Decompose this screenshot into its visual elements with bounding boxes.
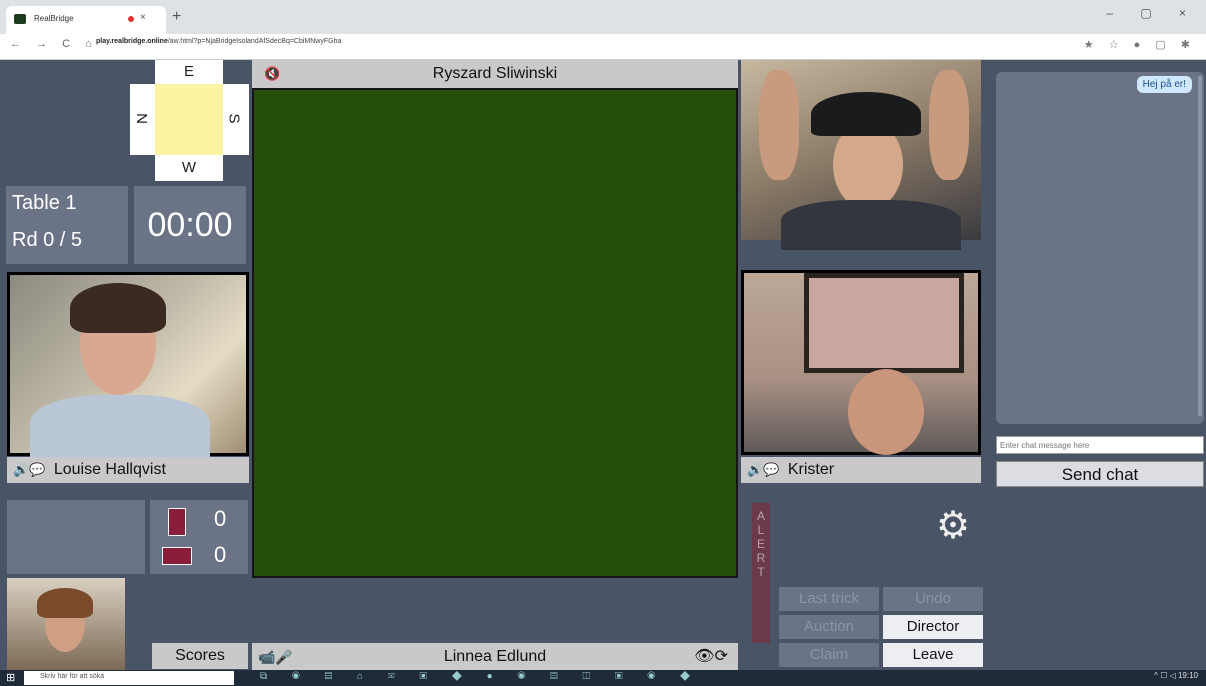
namebar-south: 📹🎤 Linnea Edlund 👁⟳ [252,643,738,671]
video-louise [7,272,249,465]
video-ryszard [741,60,981,250]
player-name-east: Krister [787,461,835,478]
send-chat-button[interactable]: Send chat [996,461,1204,487]
namebar-west: 🔊💬 Louise Hallqvist [7,457,249,483]
tricks-won-icon [168,508,186,536]
speaker-muted-icon[interactable]: 🔇 [264,60,280,88]
compass-west: W [155,155,223,181]
compass-south-label: S [225,113,243,124]
alert-button[interactable]: ALERT [752,503,770,643]
table-number: Table 1 [12,192,77,214]
tricks-lost-icon [162,547,192,565]
wall-painting [804,273,964,373]
tab-close-button[interactable]: × [140,12,146,23]
compass-east: E [155,60,223,84]
player-face [848,369,924,455]
browser-nav-buttons[interactable]: ← → C ⌂ [10,38,98,50]
last-trick-button[interactable]: Last trick [779,587,879,611]
speaker-chat-icon[interactable]: 🔊💬 [13,462,45,477]
player-hand-right [929,70,969,180]
tricks-won-count: 0 [214,506,227,531]
auction-button[interactable]: Auction [779,615,879,639]
namebar-east: 🔊💬 Krister [741,457,981,483]
speaker-chat-icon[interactable]: 🔊💬 [747,462,779,477]
bridge-table[interactable] [252,88,738,578]
compass-north-label: N [132,113,150,124]
tricks-lost-count: 0 [214,542,227,567]
table-info-panel: Table 1 Rd 0 / 5 [6,186,128,264]
url-host: play.realbridge.online [96,38,168,45]
taskbar-app-icons[interactable]: ⧉ ◉ ▤ ⌂ ✉ ▣ ◆ ● ◉ ▤ ◫ ▣ ◉ ◆ [260,671,701,682]
compass-center [155,84,223,155]
system-tray[interactable]: ^ ☐ ◁ 19:10 [1154,671,1198,680]
player-name-west: Louise Hallqvist [53,461,166,478]
extension-icons[interactable]: ★ ☆ ● ▢ ✱ [1084,38,1196,51]
player-hair [70,283,166,333]
windows-start-icon[interactable]: ⊞ [6,671,15,684]
namebar-north: 🔇 Ryszard Sliwinski [252,60,738,88]
timer: 00:00 [134,186,246,264]
player-name-north: Ryszard Sliwinski [432,65,558,82]
chat-scrollbar[interactable] [1198,76,1202,416]
compass-north: N [130,84,155,155]
score-panel [7,500,145,574]
round-number: Rd 0 / 5 [12,229,83,251]
camera-mic-icon[interactable]: 📹🎤 [258,643,293,671]
player-shoulders [30,395,210,465]
scores-button[interactable]: Scores [152,643,248,669]
undo-button[interactable]: Undo [883,587,983,611]
player-hat [811,92,921,136]
player-hair [37,588,93,618]
chat-log [996,72,1204,424]
director-button[interactable]: Director [883,615,983,639]
player-shoulders [781,200,961,250]
realbridge-favicon-icon [14,14,26,24]
url-field[interactable]: play.realbridge.online/aw.html?p=NjaBrid… [96,38,341,45]
view-rotate-icon[interactable]: 👁⟳ [694,643,728,671]
chat-message: Hej på er! [1136,76,1192,93]
browser-tab[interactable]: RealBridge × [6,6,166,34]
alert-label: ALERT [756,509,766,579]
window-controls[interactable]: – ▢ × [1106,6,1198,20]
settings-gear-icon[interactable]: ⚙ [936,506,970,546]
taskbar-search[interactable]: Skriv här för att söka [24,671,234,685]
recording-indicator-icon [128,16,134,22]
compass-south: S [223,84,249,155]
chat-input[interactable] [996,436,1204,454]
leave-button[interactable]: Leave [883,643,983,667]
player-hand-left [759,70,799,180]
video-self [7,578,125,670]
player-name-south: Linnea Edlund [443,648,547,665]
tab-title: RealBridge [34,14,74,23]
video-krister [741,270,981,455]
url-path: /aw.html?p=NjaBridgeIsolandAfSdecBq=CbiM… [167,38,342,45]
new-tab-button[interactable]: + [172,8,181,26]
claim-button[interactable]: Claim [779,643,879,667]
